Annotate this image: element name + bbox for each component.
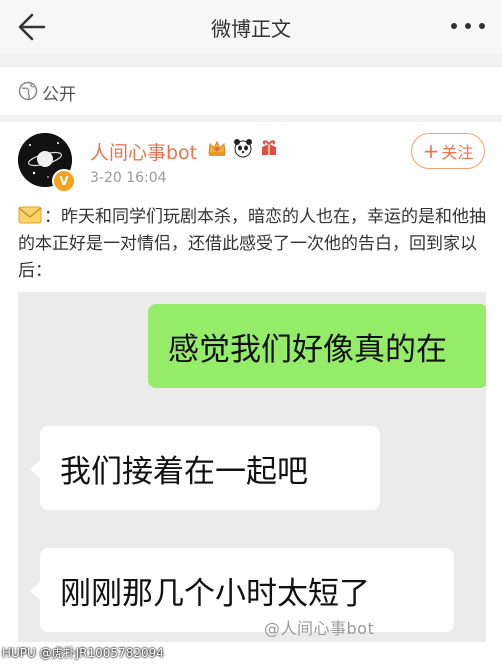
plus-icon: + xyxy=(422,139,440,163)
visibility-row: 公开 xyxy=(0,66,502,116)
chat-bubble-received: 刚刚那几个小时太短了 xyxy=(30,548,454,632)
globe-icon xyxy=(18,81,38,101)
more-options-icon[interactable] xyxy=(448,16,488,36)
top-bar: 微博正文 xyxy=(0,0,502,55)
author-name[interactable]: 人间心事bot xyxy=(90,138,197,165)
image-watermark: @人间心事bot xyxy=(264,619,375,638)
verified-badge: V xyxy=(52,169,76,193)
post-text-block: ：昨天和同学们玩剧本杀，暗恋的人也在，幸运的是和他抽的本正好是一对情侣，还借此感… xyxy=(18,204,488,285)
gift-badge-icon xyxy=(262,140,276,155)
chat-bubble-sent: 感觉我们好像真的在 xyxy=(148,304,486,388)
chat-screenshot-image[interactable]: 感觉我们好像真的在 我们接着在一起吧 刚刚那几个小时太短了 xyxy=(18,292,486,642)
page-title: 微博正文 xyxy=(211,17,291,41)
visibility-label: 公开 xyxy=(42,85,76,105)
user-badges xyxy=(206,137,280,161)
chat-message: 刚刚那几个小时太短了 xyxy=(60,575,370,612)
chat-message: 感觉我们好像真的在 xyxy=(168,331,447,368)
panda-badge-icon xyxy=(234,139,252,158)
divider xyxy=(0,54,502,66)
divider xyxy=(0,115,502,122)
chat-message: 我们接着在一起吧 xyxy=(60,453,308,490)
envelope-emoji-icon xyxy=(18,206,42,224)
post-time: 3-20 16:04 xyxy=(90,170,167,186)
bubble-tail xyxy=(30,460,40,478)
source-watermark: HUPU @虎扑JR1005782094 xyxy=(2,646,164,660)
follow-button[interactable]: + 关注 xyxy=(411,133,485,169)
post-body: ：昨天和同学们玩剧本杀，暗恋的人也在，幸运的是和他抽的本正好是一对情侣，还借此感… xyxy=(18,207,486,281)
chat-bubble-received: 我们接着在一起吧 xyxy=(30,426,380,510)
crown-badge-icon xyxy=(208,140,226,156)
bubble-tail xyxy=(30,582,40,600)
follow-label: 关注 xyxy=(441,143,474,162)
